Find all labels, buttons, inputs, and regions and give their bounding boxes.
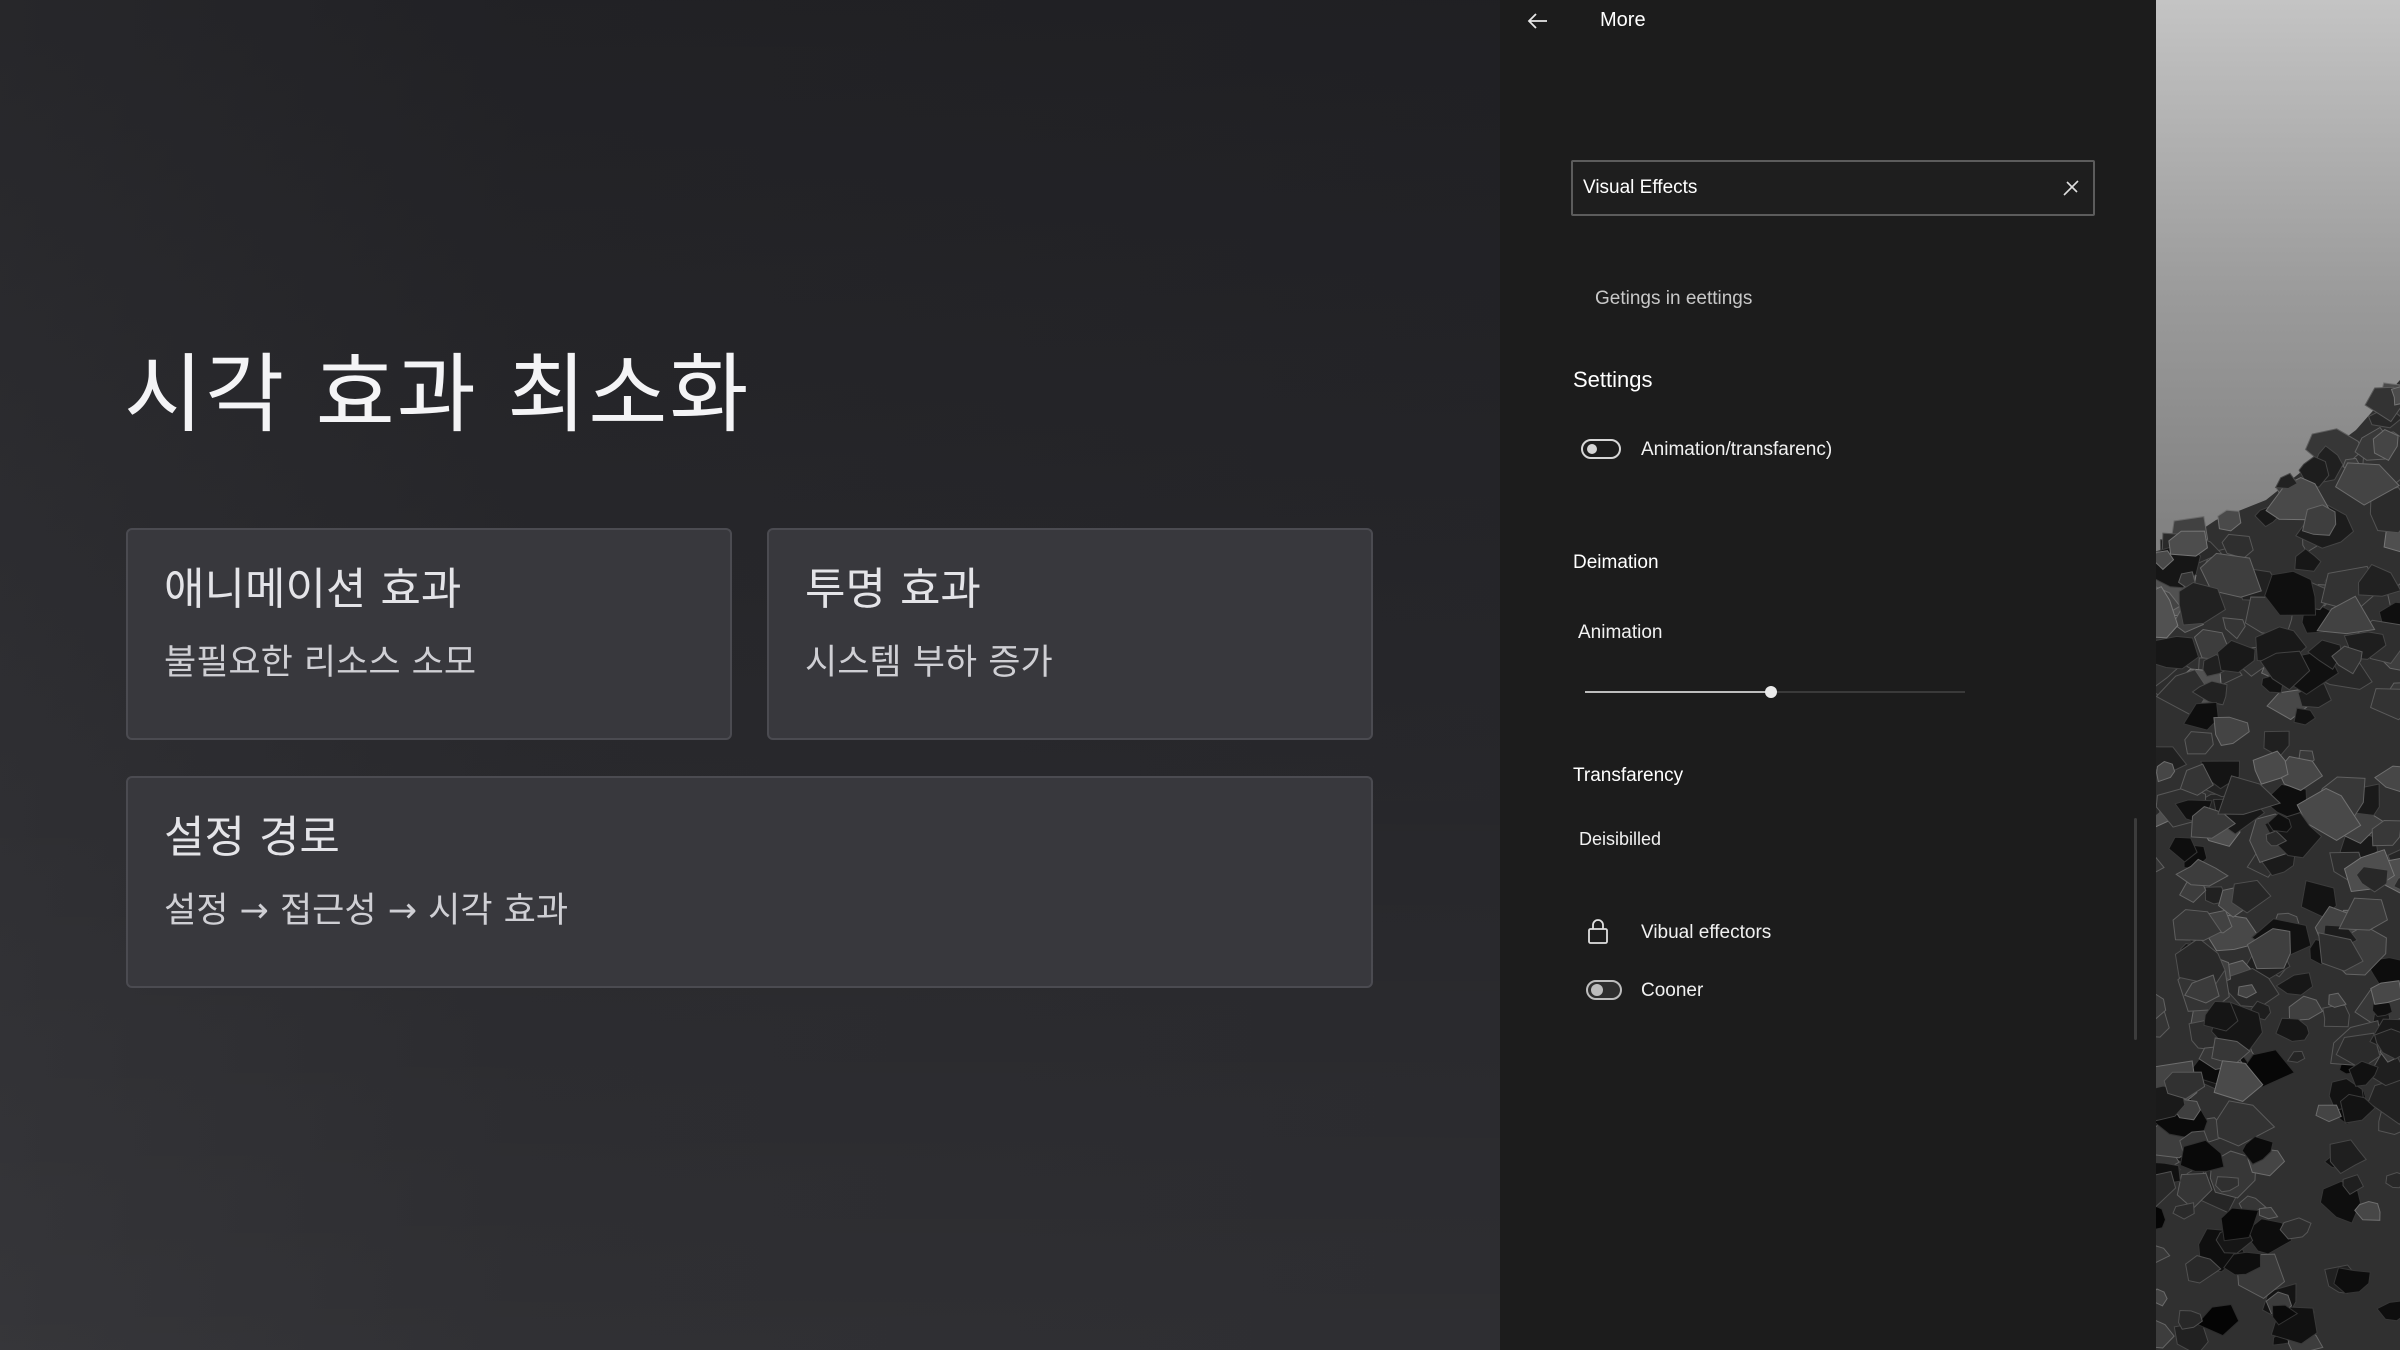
slider-fill — [1585, 691, 1772, 693]
cooner-toggle[interactable] — [1586, 980, 1622, 1000]
card-title: 애니메이션 효과 — [164, 564, 462, 615]
settings-panel: More Getings in eettings Settings Animat… — [1500, 0, 2156, 1350]
section-heading-settings: Settings — [1573, 367, 1653, 392]
card-subtitle: 시스템 부하 증가 — [805, 643, 1053, 683]
slider-thumb[interactable] — [1765, 686, 1778, 698]
rock-texture — [2156, 0, 2400, 1350]
card-settings-path: 설정 경로 설정 → 접근성 → 시각 효과 — [126, 776, 1373, 988]
slide-title: 시각 효과 최소화 — [124, 345, 751, 445]
background-rock-photo — [2156, 0, 2400, 1350]
screen: 시각 효과 최소화 애니메이션 효과 불필요한 리소스 소모 투명 효과 시스템… — [0, 0, 2400, 1350]
card-title: 설정 경로 — [164, 812, 340, 863]
animation-slider[interactable] — [1585, 682, 1965, 702]
card-subtitle: 설정 → 접근성 → 시각 효과 — [164, 891, 569, 931]
presentation-slide: 시각 효과 최소화 애니메이션 효과 불필요한 리소스 소모 투명 효과 시스템… — [0, 0, 1500, 1350]
search-box[interactable] — [1571, 160, 2095, 216]
lock-icon — [1588, 919, 1608, 944]
search-input[interactable] — [1583, 162, 2023, 214]
cooner-label: Cooner — [1641, 980, 1704, 1001]
visual-effects-label[interactable]: Vibual effectors — [1641, 922, 1771, 944]
panel-scrollbar[interactable] — [2134, 818, 2137, 1040]
card-subtitle: 불필요한 리소스 소모 — [164, 643, 477, 683]
back-arrow-icon[interactable] — [1522, 6, 1552, 36]
card-transparency-effects: 투명 효과 시스템 부하 증가 — [767, 528, 1373, 740]
search-suggestion[interactable]: Getings in eettings — [1595, 288, 1752, 310]
panel-title: More — [1600, 9, 1646, 31]
section-heading-transparency: Transfarency — [1573, 765, 1684, 786]
card-animation-effects: 애니메이션 효과 불필요한 리소스 소모 — [126, 528, 732, 740]
toggle-knob — [1587, 444, 1597, 454]
transparency-status: Deisibilled — [1579, 829, 1662, 849]
slider-label: Animation — [1578, 622, 1663, 643]
toggle-label: Animation/transfarenc) — [1641, 439, 1833, 460]
toggle-knob — [1591, 984, 1603, 996]
clear-icon[interactable] — [2059, 176, 2083, 200]
section-heading-deimation: Deimation — [1573, 552, 1659, 573]
animation-transparency-toggle[interactable] — [1581, 439, 1621, 459]
card-title: 투명 효과 — [805, 564, 981, 615]
